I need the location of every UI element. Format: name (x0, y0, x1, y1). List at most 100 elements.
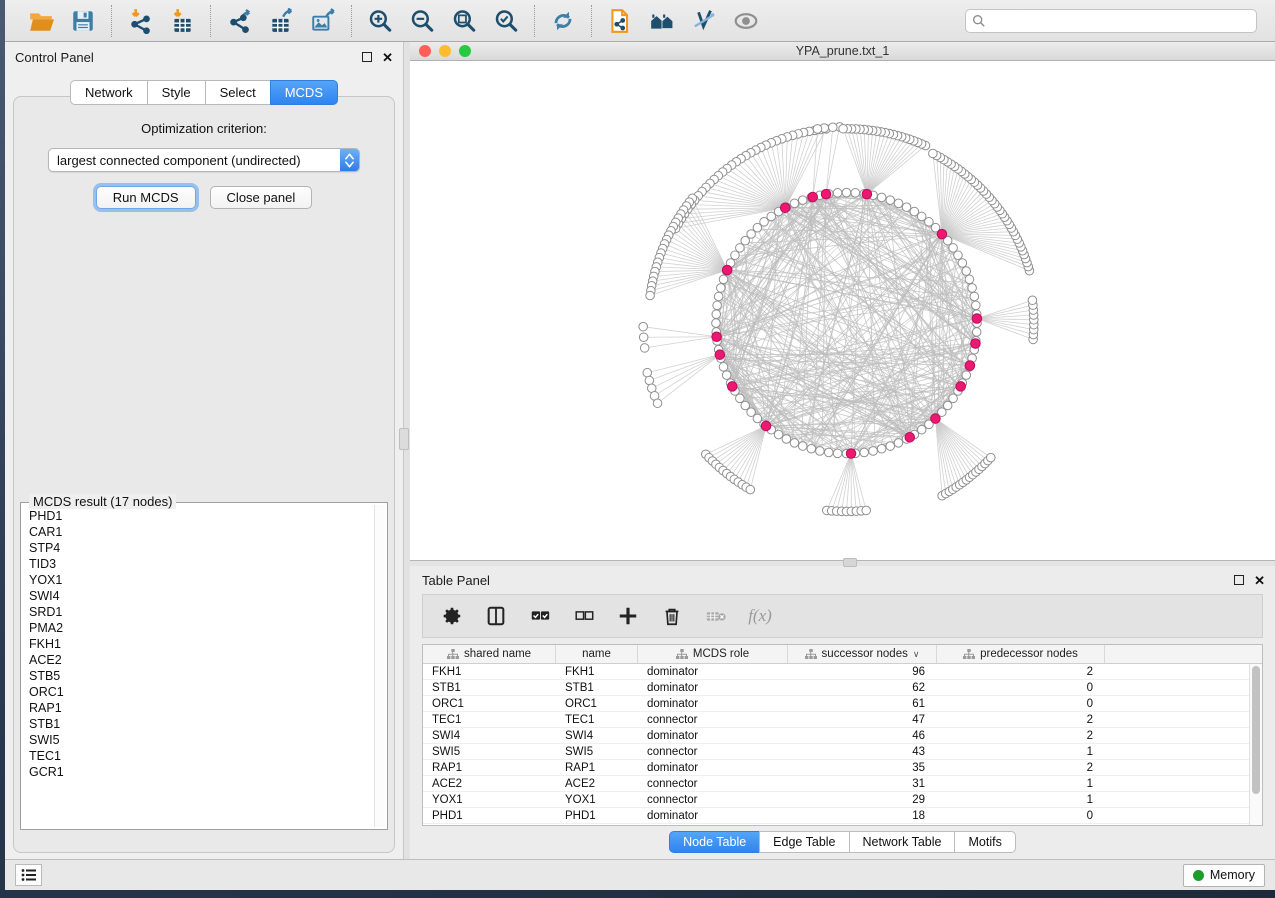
table-row[interactable]: STB1STB1dominator620 (423, 680, 1249, 696)
apply-layout-button[interactable] (545, 4, 581, 38)
column-header-shared-name[interactable]: shared name (423, 645, 556, 663)
zoom-out-button[interactable] (404, 4, 440, 38)
annotations-button[interactable] (686, 4, 722, 38)
save-session-button[interactable] (65, 4, 101, 38)
mcds-result-item[interactable]: CAR1 (29, 524, 368, 540)
cell-name: PHD1 (556, 810, 638, 822)
mcds-result-item[interactable]: STB1 (29, 716, 368, 732)
splitter-grip-icon[interactable] (399, 428, 409, 450)
export-image-button[interactable] (305, 4, 341, 38)
tab-node-table[interactable]: Node Table (669, 831, 759, 853)
open-file-button[interactable] (23, 4, 59, 38)
toggle-details-button[interactable] (728, 4, 764, 38)
mcds-result-item[interactable]: STB5 (29, 668, 368, 684)
tab-motifs[interactable]: Motifs (954, 831, 1015, 853)
search-input[interactable] (991, 14, 1250, 28)
table-panel-close-icon[interactable]: ✕ (1254, 574, 1265, 587)
mcds-result-item[interactable]: PMA2 (29, 620, 368, 636)
mcds-result-item[interactable]: SWI4 (29, 588, 368, 604)
window-close-icon[interactable] (419, 45, 431, 57)
table-splitter[interactable] (410, 561, 1275, 566)
table-scrollbar-thumb[interactable] (1252, 666, 1260, 794)
zoom-fit-icon (451, 8, 477, 34)
run-mcds-button[interactable]: Run MCDS (96, 186, 196, 209)
table-panel-float-icon[interactable] (1234, 575, 1244, 585)
tab-network-table[interactable]: Network Table (849, 831, 955, 853)
toggle-details-icon (733, 8, 759, 34)
select-all-icon (529, 605, 551, 627)
table-row[interactable]: SWI4SWI4dominator462 (423, 728, 1249, 744)
export-table-button[interactable] (263, 4, 299, 38)
clear-selection-button[interactable] (567, 599, 601, 633)
mcds-result-item[interactable]: TEC1 (29, 748, 368, 764)
cell-shared-name: SWI5 (423, 746, 556, 758)
table-row[interactable]: RAP1RAP1dominator352 (423, 760, 1249, 776)
column-header-MCDS-role[interactable]: MCDS role (638, 645, 788, 663)
task-history-button[interactable] (15, 864, 42, 886)
mcds-result-item[interactable]: SRD1 (29, 604, 368, 620)
tab-select[interactable]: Select (205, 80, 270, 105)
mcds-result-item[interactable]: STP4 (29, 540, 368, 556)
network-canvas[interactable] (410, 61, 1275, 560)
first-neighbors-button[interactable] (644, 4, 680, 38)
tab-style[interactable]: Style (147, 80, 205, 105)
zoom-in-button[interactable] (362, 4, 398, 38)
zoom-selected-button[interactable] (488, 4, 524, 38)
delete-column-icon (661, 605, 683, 627)
import-table-file-button[interactable] (164, 4, 200, 38)
panel-splitter[interactable] (403, 42, 410, 859)
cell-name: TEC1 (556, 714, 638, 726)
select-all-button[interactable] (523, 599, 557, 633)
app-window: Control Panel ✕ NetworkStyleSelectMCDS O… (5, 0, 1275, 890)
network-window-titlebar[interactable]: YPA_prune.txt_1 (410, 42, 1275, 61)
table-row[interactable]: YOX1YOX1connector291 (423, 792, 1249, 808)
mcds-result-item[interactable]: ACE2 (29, 652, 368, 668)
criterion-select[interactable]: largest connected component (undirected) (48, 148, 360, 172)
new-network-from-selection-button[interactable] (602, 4, 638, 38)
window-maximize-icon[interactable] (459, 45, 471, 57)
mcds-result-item[interactable]: ORC1 (29, 684, 368, 700)
add-column-button[interactable] (611, 599, 645, 633)
mcds-result-item[interactable]: RAP1 (29, 700, 368, 716)
window-minimize-icon[interactable] (439, 45, 451, 57)
table-row[interactable]: FKH1FKH1dominator962 (423, 664, 1249, 680)
control-panel-close-icon[interactable]: ✕ (382, 51, 393, 64)
search-box[interactable] (965, 9, 1257, 33)
mcds-result-list[interactable]: PHD1CAR1STP4TID3YOX1SWI4SRD1PMA2FKH1ACE2… (23, 505, 374, 827)
mcds-result-item[interactable]: GCR1 (29, 764, 368, 780)
mcds-result-item[interactable]: YOX1 (29, 572, 368, 588)
close-panel-button[interactable]: Close panel (210, 186, 313, 209)
table-splitter-grip-icon[interactable] (843, 558, 857, 567)
mcds-result-item[interactable]: SWI5 (29, 732, 368, 748)
tab-mcds[interactable]: MCDS (270, 80, 338, 105)
delete-column-button[interactable] (655, 599, 689, 633)
import-network-file-button[interactable] (122, 4, 158, 38)
column-header-predecessor-nodes[interactable]: predecessor nodes (937, 645, 1105, 663)
cell-MCDS-role: dominator (638, 682, 788, 694)
memory-button[interactable]: Memory (1183, 864, 1265, 887)
control-panel-float-icon[interactable] (362, 52, 372, 62)
function-builder-button: f(x) (743, 599, 777, 633)
table-row[interactable]: TEC1TEC1connector472 (423, 712, 1249, 728)
tab-network[interactable]: Network (70, 80, 147, 105)
column-header-name[interactable]: name (556, 645, 638, 663)
table-row[interactable]: ORC1ORC1dominator610 (423, 696, 1249, 712)
cell-shared-name: ACE2 (423, 778, 556, 790)
show-columns-button[interactable] (479, 599, 513, 633)
delete-table-icon (705, 605, 727, 627)
mcds-result-item[interactable]: PHD1 (29, 508, 368, 524)
export-network-button[interactable] (221, 4, 257, 38)
column-header-successor-nodes[interactable]: successor nodes∨ (788, 645, 937, 663)
zoom-fit-button[interactable] (446, 4, 482, 38)
mcds-result-item[interactable]: FKH1 (29, 636, 368, 652)
mcds-result-scrollbar[interactable] (374, 505, 385, 827)
table-row[interactable]: PHD1PHD1dominator180 (423, 808, 1249, 824)
table-options-button[interactable] (435, 599, 469, 633)
table-row[interactable]: ACE2ACE2connector311 (423, 776, 1249, 792)
mcds-result-item[interactable]: TID3 (29, 556, 368, 572)
network-graph[interactable] (410, 61, 1275, 558)
table-row[interactable]: SWI5SWI5connector431 (423, 744, 1249, 760)
sort-desc-icon: ∨ (913, 649, 920, 660)
table-scrollbar[interactable] (1249, 664, 1262, 825)
tab-edge-table[interactable]: Edge Table (759, 831, 848, 853)
